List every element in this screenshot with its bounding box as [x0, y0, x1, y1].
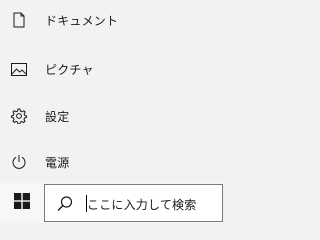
screen: ドキュメント ピクチャ 設定 電源 ここに入力して検索	[0, 0, 223, 223]
start-menu-item-label: ドキュメント	[45, 13, 119, 28]
start-menu-item-label: ピクチャ	[45, 62, 94, 77]
gear-icon	[10, 107, 28, 125]
start-menu-item-documents[interactable]: ドキュメント	[0, 0, 223, 42]
windows-logo-icon	[14, 193, 30, 213]
power-icon	[10, 153, 28, 171]
search-icon	[56, 195, 74, 213]
search-input[interactable]: ここに入力して検索	[44, 184, 223, 222]
start-menu-item-power[interactable]: 電源	[0, 140, 223, 184]
start-menu-item-settings[interactable]: 設定	[0, 94, 223, 138]
start-menu: ドキュメント ピクチャ 設定 電源	[0, 0, 223, 183]
start-menu-item-pictures[interactable]: ピクチャ	[0, 47, 223, 91]
document-icon	[10, 11, 28, 29]
picture-icon	[10, 60, 28, 78]
search-placeholder: ここに入力して検索	[87, 198, 197, 212]
taskbar: ここに入力して検索	[0, 183, 223, 223]
start-menu-item-label: 設定	[45, 109, 70, 124]
start-button[interactable]	[0, 183, 44, 223]
start-menu-item-label: 電源	[45, 155, 70, 170]
